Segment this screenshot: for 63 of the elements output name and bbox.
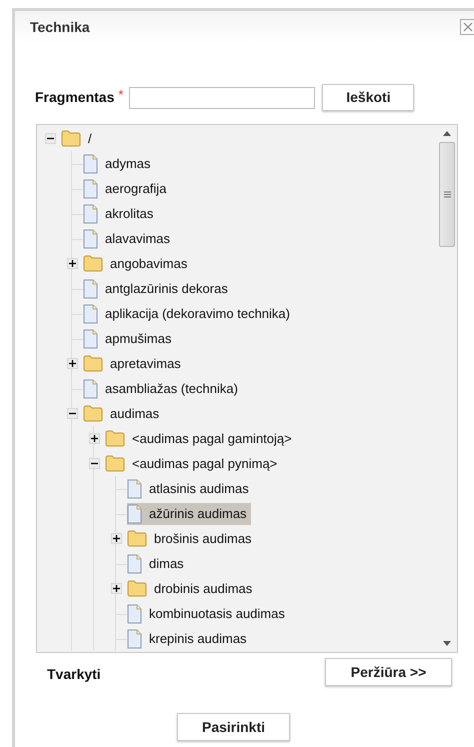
tree-item[interactable]: antglazūrinis dekoras bbox=[83, 278, 232, 300]
preview-button[interactable]: Peržiūra >> bbox=[325, 658, 452, 686]
manage-label[interactable]: Tvarkyti bbox=[47, 664, 101, 685]
scroll-thumb[interactable] bbox=[439, 142, 455, 247]
required-mark: * bbox=[118, 86, 124, 104]
folder-icon bbox=[105, 455, 125, 472]
file-icon bbox=[83, 154, 98, 174]
folder-icon bbox=[127, 580, 147, 597]
collapse-toggle[interactable] bbox=[44, 133, 56, 144]
tree-item[interactable]: <audimas pagal pynimą> bbox=[105, 452, 282, 474]
file-icon bbox=[83, 378, 98, 398]
tree-item[interactable]: audimas bbox=[83, 402, 164, 424]
folder-icon bbox=[127, 530, 147, 547]
file-icon bbox=[127, 628, 142, 648]
tree-item[interactable]: / bbox=[61, 128, 96, 150]
tree-item[interactable]: adymas bbox=[83, 152, 155, 174]
close-button[interactable] bbox=[460, 19, 474, 35]
tree-item[interactable]: akrolitas bbox=[83, 202, 158, 224]
folder-icon bbox=[83, 355, 103, 372]
tree-item[interactable]: asambliažas (technika) bbox=[83, 378, 242, 400]
file-icon bbox=[83, 328, 98, 348]
collapse-toggle[interactable] bbox=[88, 458, 100, 469]
scroll-down-icon[interactable] bbox=[443, 641, 451, 646]
file-icon bbox=[127, 604, 142, 624]
expand-toggle[interactable] bbox=[66, 258, 78, 269]
file-icon bbox=[83, 204, 98, 224]
file-icon bbox=[83, 278, 98, 298]
tree-item[interactable]: brošinis audimas bbox=[127, 528, 256, 550]
tree-item[interactable]: drobinis audimas bbox=[127, 578, 256, 600]
scroll-up-icon[interactable] bbox=[443, 131, 451, 136]
search-field[interactable] bbox=[129, 86, 316, 108]
file-icon bbox=[83, 228, 98, 248]
tree-item[interactable]: apretavimas bbox=[83, 352, 185, 374]
tree-item[interactable]: aerografija bbox=[83, 178, 170, 200]
tree-item[interactable]: ažūrinis audimas bbox=[127, 502, 251, 524]
expand-toggle[interactable] bbox=[110, 533, 122, 544]
expand-toggle[interactable] bbox=[66, 358, 78, 369]
file-icon bbox=[127, 478, 142, 498]
file-icon bbox=[127, 504, 142, 524]
folder-icon bbox=[105, 430, 125, 447]
search-button[interactable]: Ieškoti bbox=[322, 84, 414, 111]
file-icon bbox=[127, 554, 142, 574]
tree-item[interactable]: kombinuotasis audimas bbox=[127, 602, 289, 624]
window-title: Technika bbox=[30, 18, 90, 36]
tree-item[interactable]: atlasinis audimas bbox=[127, 478, 253, 500]
expand-toggle[interactable] bbox=[88, 433, 100, 444]
field-label: Fragmentas bbox=[35, 88, 114, 107]
tree-item[interactable]: alavavimas bbox=[83, 228, 174, 250]
folder-icon bbox=[83, 405, 103, 422]
folder-icon bbox=[83, 255, 103, 272]
collapse-toggle[interactable] bbox=[66, 408, 78, 419]
choose-button[interactable]: Pasirinkti bbox=[177, 713, 290, 741]
tree-item[interactable]: apmušimas bbox=[83, 328, 176, 350]
folder-icon bbox=[61, 130, 81, 147]
tree-item[interactable]: aplikacija (dekoravimo technika) bbox=[83, 302, 294, 324]
grip-icon bbox=[444, 191, 450, 198]
expand-toggle[interactable] bbox=[110, 583, 122, 594]
tree-item[interactable]: <audimas pagal gamintoją> bbox=[105, 428, 296, 450]
file-icon bbox=[83, 178, 98, 198]
file-icon bbox=[83, 304, 98, 324]
tree-item[interactable]: krepinis audimas bbox=[127, 628, 251, 650]
tree-item[interactable]: angobavimas bbox=[83, 252, 192, 274]
tree-item[interactable]: dimas bbox=[127, 552, 188, 574]
